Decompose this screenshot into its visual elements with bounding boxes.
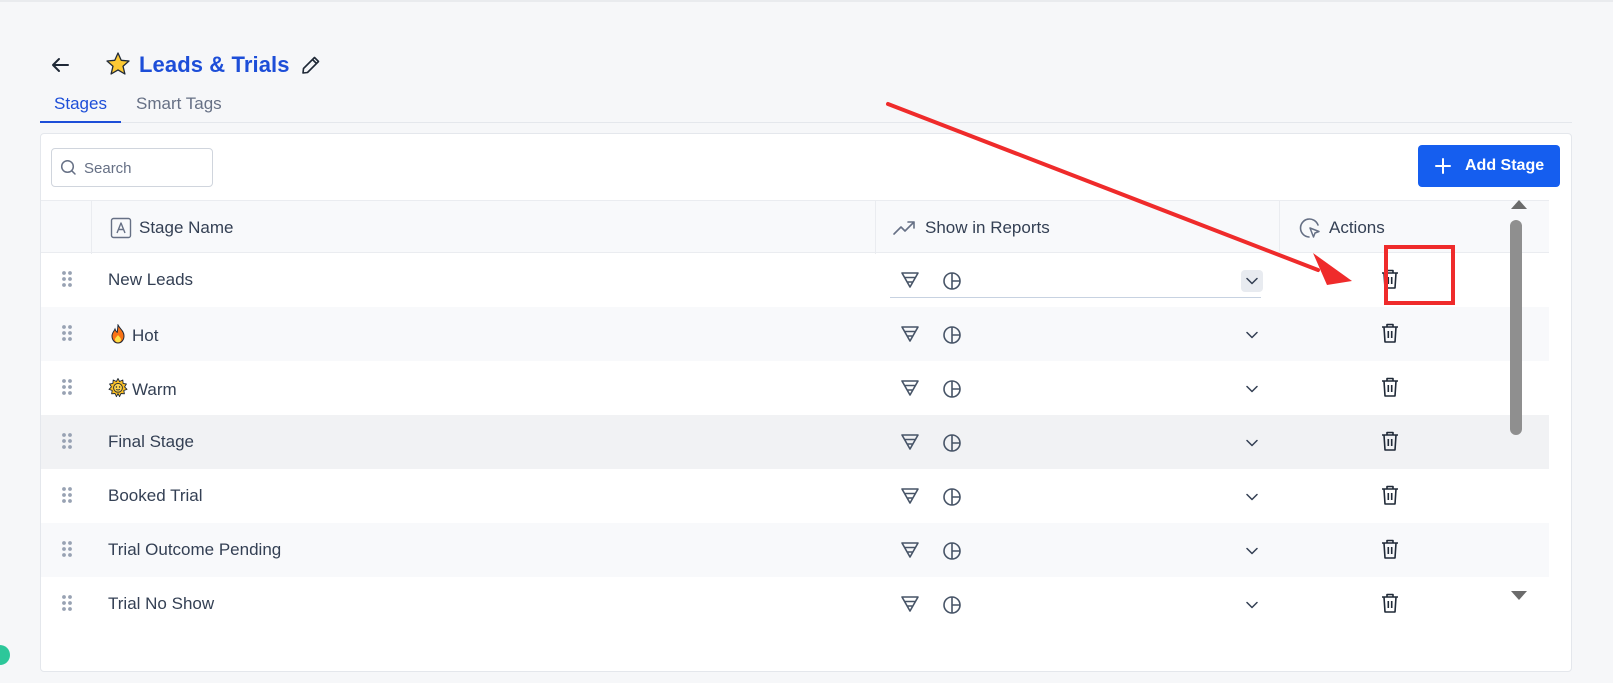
chevron-down-icon[interactable]: [1241, 270, 1263, 292]
chevron-down-icon[interactable]: [1241, 432, 1263, 454]
back-arrow-icon[interactable]: [50, 54, 72, 76]
pie-chart-icon[interactable]: [942, 271, 962, 296]
stage-name: Booked Trial: [108, 486, 203, 506]
stage-name: Hot: [108, 323, 159, 346]
stage-name-text: Warm: [132, 380, 177, 399]
drag-handle-icon[interactable]: [61, 540, 73, 558]
stage-name-text: Trial Outcome Pending: [108, 540, 282, 559]
scroll-down-arrow[interactable]: [1511, 591, 1527, 600]
funnel-icon[interactable]: [900, 541, 920, 564]
trending-up-icon: [893, 220, 915, 235]
drag-handle-icon[interactable]: [61, 378, 73, 396]
drag-handle-icon[interactable]: [61, 486, 73, 504]
pie-chart-icon[interactable]: [942, 541, 962, 566]
chevron-down-icon[interactable]: [1241, 378, 1263, 400]
header-stage-name-label: Stage Name: [139, 217, 234, 237]
pie-chart-icon[interactable]: [942, 595, 962, 620]
trash-icon[interactable]: [1380, 376, 1400, 403]
add-stage-label: Add Stage: [1465, 157, 1545, 174]
trash-icon[interactable]: [1380, 538, 1400, 565]
table-header: Stage Name Show in Reports Actions: [41, 200, 1549, 254]
trash-icon[interactable]: [1380, 484, 1400, 511]
pencil-icon[interactable]: [299, 53, 323, 77]
funnel-icon[interactable]: [900, 433, 920, 456]
drag-handle-icon[interactable]: [61, 324, 73, 342]
drag-handle-icon[interactable]: [61, 594, 73, 612]
table-row[interactable]: Booked Trial: [41, 469, 1549, 523]
stage-name: Trial No Show: [108, 594, 214, 614]
header-drag-column: [41, 201, 92, 254]
sun-icon: [108, 378, 128, 398]
header-show-in-reports-label: Show in Reports: [925, 217, 1050, 237]
header-actions: Actions: [1280, 201, 1510, 254]
tab-bar: Stages Smart Tags: [40, 88, 1572, 123]
drag-handle-icon[interactable]: [61, 270, 73, 288]
stage-name: Final Stage: [108, 432, 194, 452]
stage-name: Trial Outcome Pending: [108, 540, 281, 560]
report-select-underline: [890, 297, 1261, 298]
scroll-up-arrow[interactable]: [1511, 200, 1527, 209]
add-stage-button[interactable]: Add Stage: [1418, 145, 1560, 187]
stage-name-text: Trial No Show: [108, 594, 215, 613]
chevron-down-icon[interactable]: [1241, 540, 1263, 562]
funnel-icon[interactable]: [900, 379, 920, 402]
stage-name-text: Final Stage: [108, 432, 194, 451]
page-title: Leads & Trials: [139, 52, 290, 77]
funnel-icon[interactable]: [900, 325, 920, 348]
stage-name-text: Hot: [132, 326, 159, 345]
table-row[interactable]: Trial No Show: [41, 577, 1549, 631]
support-bubble[interactable]: [0, 645, 10, 665]
pie-chart-icon[interactable]: [942, 325, 962, 350]
chevron-down-icon[interactable]: [1241, 486, 1263, 508]
table-row[interactable]: Trial Outcome Pending: [41, 523, 1549, 577]
trash-icon[interactable]: [1380, 268, 1400, 295]
funnel-icon[interactable]: [900, 487, 920, 510]
scrollbar-thumb[interactable]: [1510, 220, 1522, 435]
header-stage-name: Stage Name: [92, 201, 876, 254]
stage-name-text: New Leads: [108, 270, 194, 289]
table-row[interactable]: Final Stage: [41, 415, 1549, 469]
header-show-in-reports: Show in Reports: [876, 201, 1280, 254]
header-actions-label: Actions: [1329, 217, 1385, 237]
stage-rows: New Leads Hot Warm Final Stage Booked Trial T…: [41, 253, 1549, 631]
top-border: [0, 0, 1613, 2]
search-icon: [60, 159, 76, 175]
stage-name: New Leads: [108, 270, 193, 290]
pie-chart-icon[interactable]: [942, 379, 962, 404]
stage-name: Warm: [108, 378, 177, 400]
trash-icon[interactable]: [1380, 430, 1400, 457]
funnel-icon[interactable]: [900, 271, 920, 294]
stage-name-text: Booked Trial: [108, 486, 203, 505]
tab-smart-tags[interactable]: Smart Tags: [136, 94, 222, 114]
fire-icon: [108, 323, 128, 344]
chevron-down-icon[interactable]: [1241, 324, 1263, 346]
table-row[interactable]: Hot: [41, 307, 1549, 361]
table-row[interactable]: Warm: [41, 361, 1549, 415]
funnel-icon[interactable]: [900, 595, 920, 618]
cursor-click-icon: [1299, 217, 1320, 238]
drag-handle-icon[interactable]: [61, 432, 73, 450]
trash-icon[interactable]: [1380, 322, 1400, 349]
pie-chart-icon[interactable]: [942, 487, 962, 512]
search-input[interactable]: [84, 157, 204, 179]
pie-chart-icon[interactable]: [942, 433, 962, 458]
text-type-icon: [110, 217, 132, 238]
trash-icon[interactable]: [1380, 592, 1400, 619]
plus-icon: [1435, 158, 1451, 174]
star-icon: [105, 51, 131, 77]
search-box[interactable]: [51, 148, 213, 187]
stages-card: Add Stage Stage Name Show in Reports Act…: [40, 133, 1572, 672]
table-row[interactable]: New Leads: [41, 253, 1549, 307]
tab-stages[interactable]: Stages: [40, 94, 121, 123]
chevron-down-icon[interactable]: [1241, 594, 1263, 616]
